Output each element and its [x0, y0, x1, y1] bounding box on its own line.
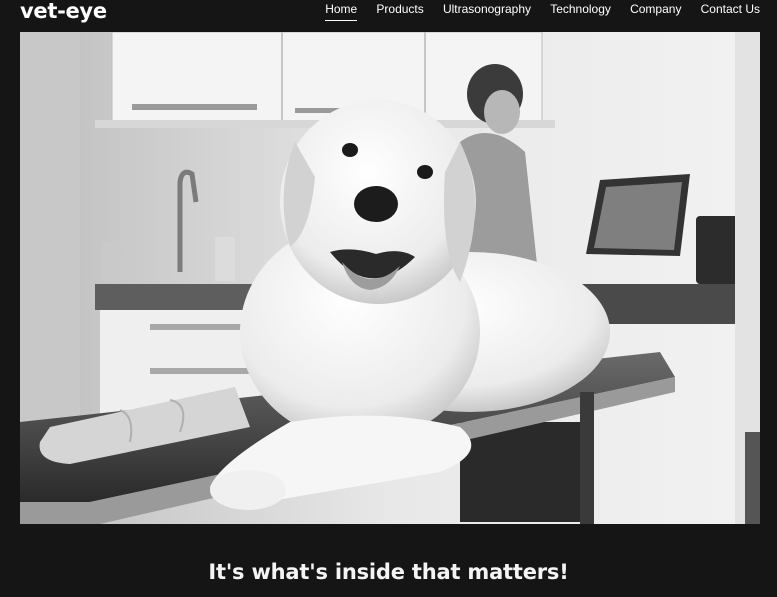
nav-item-ultrasonography[interactable]: Ultrasonography	[433, 2, 540, 16]
nav-item-products[interactable]: Products	[367, 2, 434, 16]
hero-image	[20, 32, 760, 524]
hero-tagline: It's what's inside that matters!	[208, 560, 569, 584]
main-nav: Home Products Ultrasonography Technology…	[316, 2, 760, 21]
site-header: vet-eye Home Products Ultrasonography Te…	[0, 0, 777, 30]
nav-item-home[interactable]: Home	[316, 2, 367, 21]
nav-item-company[interactable]: Company	[621, 2, 692, 16]
nav-item-technology[interactable]: Technology	[541, 2, 621, 16]
nav-item-contact-us[interactable]: Contact Us	[691, 2, 760, 16]
brand-logo[interactable]: vet-eye	[20, 0, 107, 25]
page: vet-eye Home Products Ultrasonography Te…	[0, 0, 777, 597]
hero-photo-illustration	[20, 32, 760, 524]
